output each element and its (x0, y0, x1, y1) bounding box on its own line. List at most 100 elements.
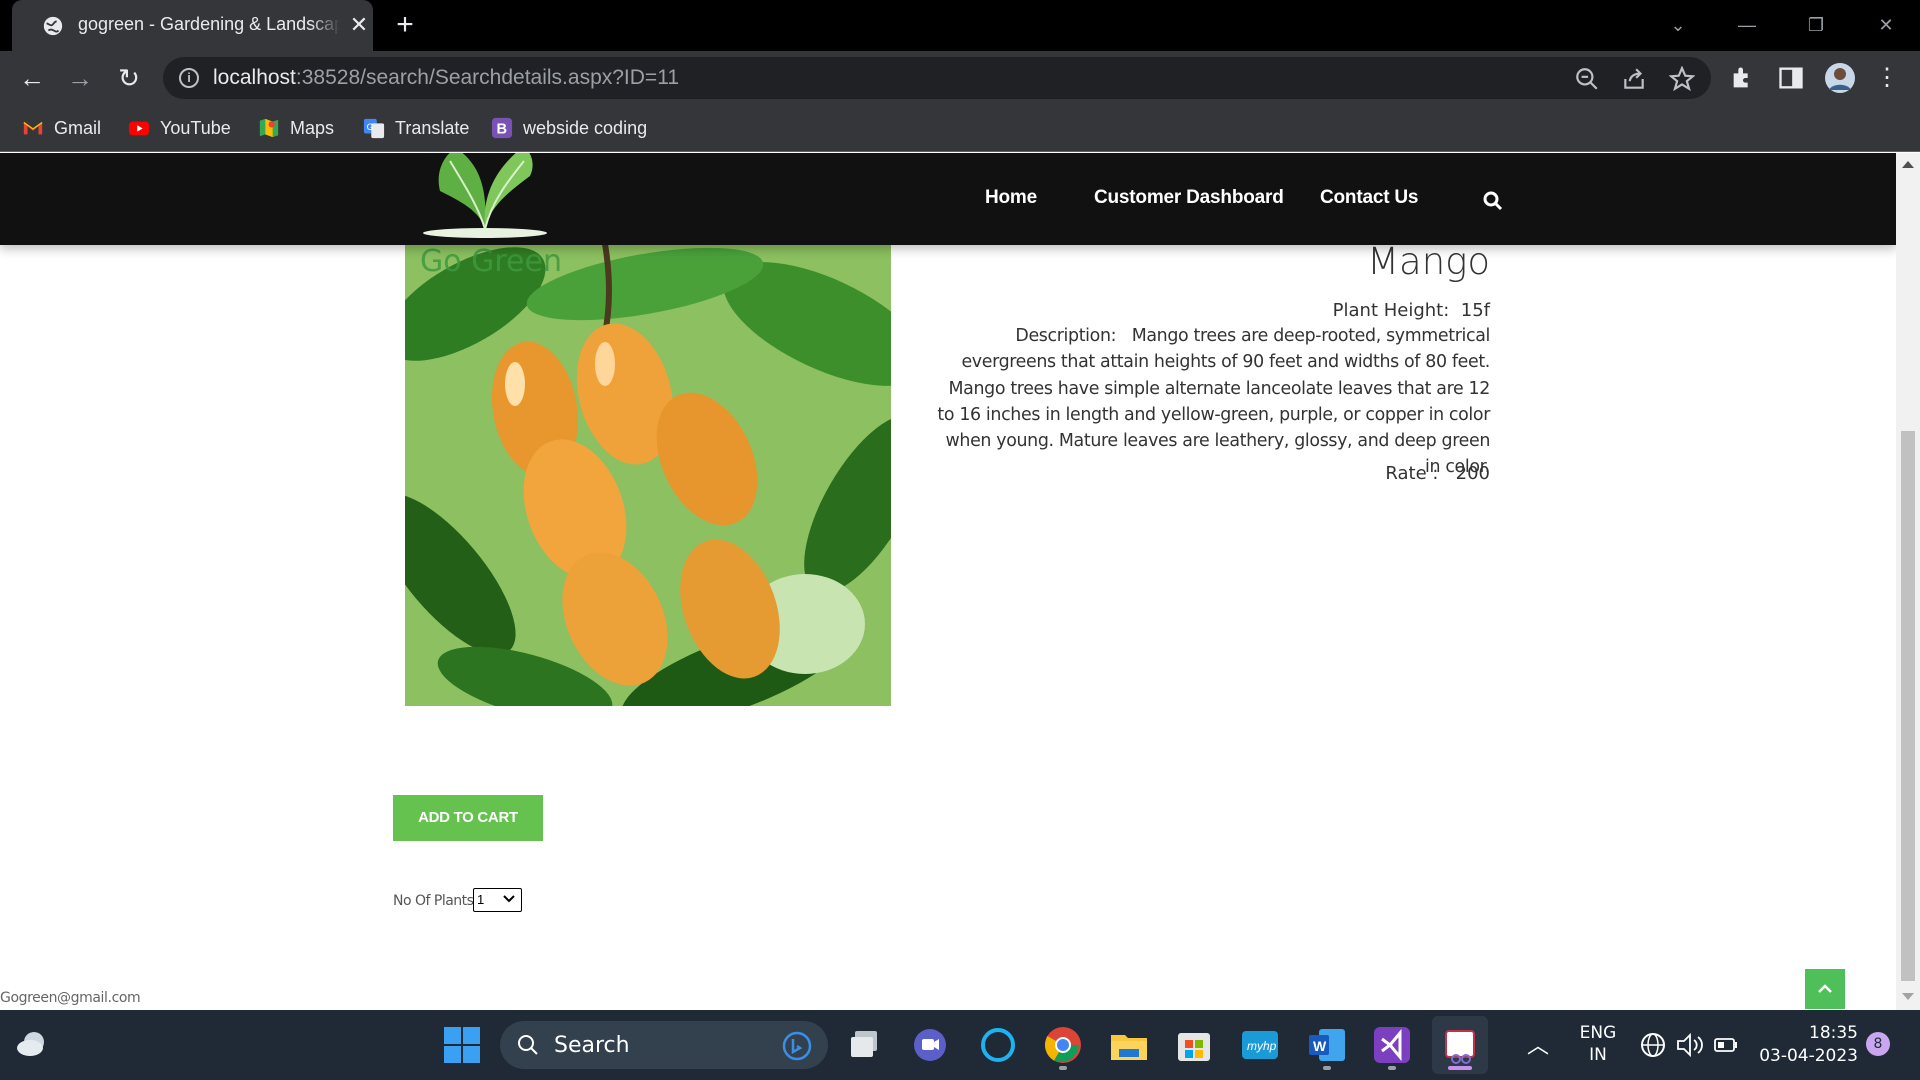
windows-start-icon[interactable] (440, 1023, 484, 1067)
svg-text:G: G (367, 122, 374, 132)
chevron-down-icon (503, 895, 515, 903)
reload-icon[interactable]: ↻ (113, 62, 145, 94)
site-info-icon[interactable]: i (179, 68, 199, 88)
side-panel-icon[interactable] (1777, 64, 1805, 92)
language-indicator[interactable]: ENG IN (1574, 1022, 1622, 1066)
plant-height-value: 15f (1460, 300, 1490, 321)
profile-avatar[interactable] (1824, 62, 1856, 94)
tab-search-chevron-icon[interactable]: ⌄ (1658, 10, 1698, 40)
logo-text: Go Green (420, 244, 562, 279)
bookmark-webside-coding[interactable]: B webside coding (491, 115, 647, 141)
chat-icon[interactable] (908, 1023, 952, 1067)
chrome-menu-icon[interactable]: ⋮ (1871, 62, 1903, 94)
svg-text:W: W (1313, 1038, 1327, 1054)
search-icon[interactable] (1483, 191, 1503, 211)
bookmark-translate[interactable]: G Translate (363, 115, 469, 141)
word-running-indicator (1323, 1066, 1331, 1070)
plant-height-label: Plant Height: (1332, 300, 1450, 321)
bootstrap-icon: B (491, 117, 513, 139)
visual-studio-icon[interactable] (1370, 1023, 1414, 1067)
restore-icon[interactable]: ❐ (1796, 10, 1836, 40)
nav-customer-dashboard[interactable]: Customer Dashboard (1094, 187, 1284, 209)
new-tab-icon[interactable]: + (390, 10, 420, 40)
scroll-to-top-button[interactable] (1805, 969, 1845, 1009)
gogreen-logo[interactable] (420, 153, 550, 241)
svg-text:myhp: myhp (1247, 1039, 1277, 1053)
url-text[interactable]: localhost:38528/search/Searchdetails.asp… (213, 66, 679, 90)
bookmarks-bar: Gmail YouTube Maps G Translate B webside… (0, 104, 1920, 152)
lang-line2: IN (1589, 1045, 1607, 1065)
page-scrollbar[interactable] (1896, 153, 1920, 1010)
show-hidden-icons-chevron[interactable]: ︿ (1527, 1028, 1549, 1060)
bookmark-gmail[interactable]: Gmail (22, 115, 101, 141)
network-icon[interactable] (1640, 1032, 1666, 1058)
bookmark-label: Maps (290, 117, 335, 138)
product-image (405, 244, 891, 706)
bing-icon[interactable] (782, 1031, 812, 1061)
mango-tree-illustration (405, 244, 891, 706)
browser-tab[interactable]: gogreen - Gardening & Landscaping ✕ (12, 0, 373, 51)
task-view-icon[interactable] (843, 1023, 887, 1067)
cortana-icon[interactable] (976, 1023, 1020, 1067)
weather-icon[interactable] (12, 1024, 52, 1064)
vs-running-indicator (1388, 1066, 1396, 1070)
bookmark-label: Translate (395, 117, 470, 138)
site-header: Home Customer Dashboard Contact Us (0, 153, 1896, 245)
battery-icon[interactable] (1713, 1034, 1739, 1056)
description-label: Description: (1015, 326, 1117, 346)
nav-home[interactable]: Home (985, 187, 1037, 209)
plant-height: Plant Height: 15f (1333, 300, 1490, 321)
nav-contact-us[interactable]: Contact Us (1320, 187, 1418, 209)
translate-icon: G (363, 118, 385, 139)
rate-label: Rate : (1385, 463, 1439, 484)
back-icon[interactable]: ← (16, 62, 48, 94)
quantity-select[interactable]: 1 (473, 888, 522, 912)
share-icon[interactable] (1621, 66, 1647, 92)
svg-text:B: B (497, 122, 508, 138)
description-text: Mango trees are deep-rooted, symmetrical… (937, 326, 1490, 478)
file-explorer-icon[interactable] (1107, 1023, 1151, 1067)
snipping-tool-icon[interactable] (1438, 1023, 1482, 1067)
volume-icon[interactable] (1676, 1032, 1704, 1058)
quantity-label: No Of Plants (393, 893, 474, 909)
product-rate: Rate : 200 (1385, 463, 1490, 484)
zoom-icon[interactable] (1574, 66, 1600, 92)
bookmark-label: YouTube (160, 117, 231, 138)
bookmark-youtube[interactable]: YouTube (128, 115, 231, 141)
window-close-icon[interactable]: ✕ (1866, 10, 1906, 40)
clock-time: 18:35 (1809, 1023, 1858, 1043)
myhp-icon[interactable]: myhp (1238, 1023, 1282, 1067)
lang-line1: ENG (1579, 1023, 1617, 1043)
chrome-icon[interactable] (1041, 1023, 1085, 1067)
search-label: Search (554, 1033, 630, 1058)
extensions-icon[interactable] (1729, 64, 1757, 92)
quantity-value: 1 (477, 892, 485, 907)
scroll-down-arrow[interactable] (1902, 993, 1914, 1000)
notification-badge[interactable]: 8 (1866, 1032, 1890, 1056)
bookmark-label: Gmail (54, 117, 102, 138)
taskbar-search[interactable]: Search (500, 1021, 828, 1069)
clock[interactable]: 18:35 03-04-2023 (1758, 1022, 1858, 1068)
forward-icon[interactable]: → (64, 62, 96, 94)
minimize-icon[interactable]: — (1727, 10, 1767, 40)
scroll-up-arrow[interactable] (1902, 161, 1914, 168)
browser-toolbar: ← → ↻ i localhost:38528/search/Searchdet… (0, 51, 1920, 104)
add-to-cart-button[interactable]: ADD TO CART (393, 795, 543, 841)
product-description: Description: Mango trees are deep-rooted… (930, 323, 1490, 481)
tab-title: gogreen - Gardening & Landscaping (78, 14, 340, 35)
bookmark-star-icon[interactable] (1669, 66, 1695, 92)
address-bar[interactable]: i localhost:38528/search/Searchdetails.a… (163, 57, 1711, 99)
scrollbar-thumb[interactable] (1901, 431, 1915, 981)
rate-value: 200 (1455, 463, 1490, 484)
microsoft-store-icon[interactable] (1172, 1023, 1216, 1067)
bookmark-maps[interactable]: Maps (258, 115, 334, 141)
maps-icon (259, 118, 279, 138)
globe-icon (43, 16, 63, 36)
chrome-running-indicator (1059, 1066, 1067, 1070)
word-icon[interactable]: W (1305, 1023, 1349, 1067)
page-viewport: Home Customer Dashboard Contact Us Go Gr… (0, 153, 1896, 1010)
footer-email: Gogreen@gmail.com (0, 990, 141, 1006)
bookmark-label: webside coding (523, 117, 648, 138)
tab-close-icon[interactable]: ✕ (346, 12, 372, 38)
search-glass-icon (518, 1035, 538, 1055)
